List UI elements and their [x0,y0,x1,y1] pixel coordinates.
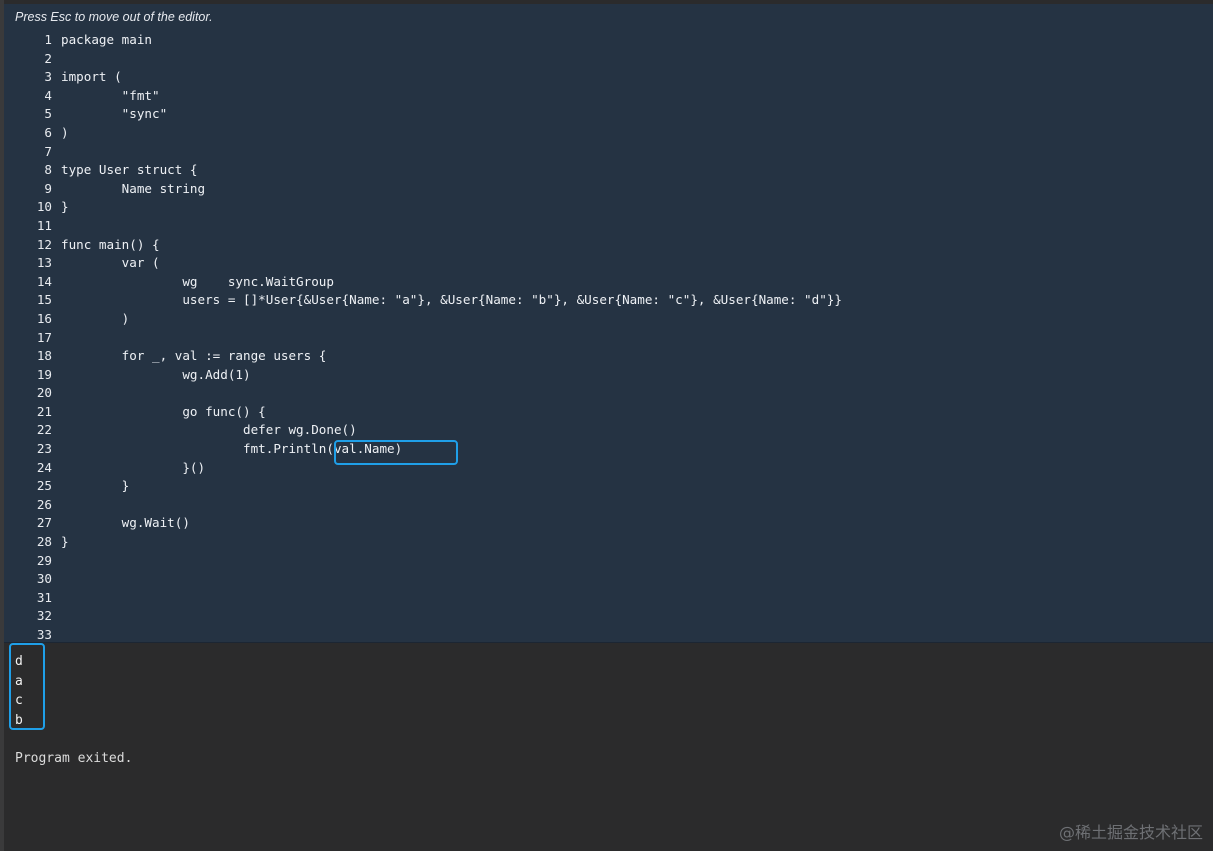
line-text[interactable]: } [61,198,69,217]
code-line[interactable]: 6) [4,124,68,143]
line-number: 33 [36,627,52,642]
line-text[interactable]: wg.Add(1) [61,366,250,385]
code-line[interactable]: 17 [4,329,52,348]
code-line[interactable]: 16 ) [4,310,129,329]
line-number: 6 [44,124,52,140]
code-line[interactable]: 28} [4,533,69,552]
line-text[interactable]: var ( [61,254,160,273]
line-number: 21 [36,403,52,419]
code-line[interactable]: 25 } [4,477,129,496]
code-line[interactable]: 15 users = []*User{&User{Name: "a"}, &Us… [4,291,842,310]
line-number: 15 [36,292,52,308]
line-text[interactable]: wg.Wait() [61,514,190,533]
code-editor[interactable]: Press Esc to move out of the editor. 1 pa… [4,4,1213,643]
line-text[interactable]: import ( [61,68,122,87]
code-lines[interactable]: 1 package main 2 3 import (4 "fmt" 5 "sync" 6)… [4,31,842,642]
line-number: 1 [44,32,52,47]
line-number: 20 [36,385,52,401]
line-text[interactable]: } [61,477,130,496]
line-text[interactable]: "fmt" [61,87,160,106]
line-text[interactable]: package main [61,31,152,50]
code-line[interactable]: 1 package main [4,31,152,50]
line-number: 4 [44,87,52,103]
playground-window: Press Esc to move out of the editor. 1 pa… [0,0,1213,851]
line-text[interactable]: func main() { [61,236,160,255]
code-line[interactable]: 10} [4,198,69,217]
line-number: 16 [36,310,52,326]
line-number: 32 [36,608,52,624]
code-line[interactable]: 29 [4,552,52,571]
exit-message: Program exited. [15,751,133,766]
line-text[interactable]: defer wg.Done() [61,421,357,440]
code-line[interactable]: 30 [4,570,52,589]
line-number: 9 [44,180,52,196]
code-line[interactable]: 13 var ( [4,254,160,273]
line-text[interactable]: } [61,533,69,552]
line-text[interactable]: go func() { [61,403,265,422]
line-number: 14 [36,273,52,289]
code-line[interactable]: 26 [4,496,52,515]
line-number: 18 [36,348,52,364]
code-line[interactable]: 7 [4,143,52,162]
line-number: 24 [36,459,52,475]
line-text[interactable]: users = []*User{&User{Name: "a"}, &User{… [61,291,842,310]
code-line[interactable]: 23 fmt.Println(val.Name) [4,440,402,459]
line-number: 5 [44,106,52,122]
code-line[interactable]: 8 type User struct { [4,161,197,180]
line-number: 23 [36,441,52,457]
line-text[interactable]: type User struct { [61,161,197,180]
code-line[interactable]: 11 [4,217,52,236]
line-number: 27 [36,515,52,531]
line-number: 26 [36,496,52,512]
line-text[interactable]: Name string [61,180,205,199]
line-number: 29 [36,552,52,568]
line-text[interactable]: for _, val := range users { [61,347,327,366]
line-number: 25 [36,478,52,494]
line-number: 12 [36,236,52,252]
code-line[interactable]: 21 go func() { [4,403,266,422]
code-line[interactable]: 18 for _, val := range users { [4,347,327,366]
code-line[interactable]: 33 [4,626,52,642]
code-highlight-box [334,440,458,465]
code-line[interactable]: 14 wg sync.WaitGroup [4,273,334,292]
line-number: 22 [36,422,52,438]
line-number: 8 [44,162,52,178]
line-text[interactable]: wg sync.WaitGroup [61,273,334,292]
output-highlight-box [9,643,45,730]
program-output: dacb Program exited. @稀土掘金技术社区 [4,643,1213,851]
code-line[interactable]: 31 [4,589,52,608]
code-line[interactable]: 32 [4,607,52,626]
line-number: 30 [36,571,52,587]
code-line[interactable]: 5 "sync" [4,105,167,124]
line-number: 7 [44,143,52,159]
code-line[interactable]: 4 "fmt" [4,87,159,106]
code-line[interactable]: 20 [4,384,52,403]
line-number: 19 [36,366,52,382]
line-text[interactable]: }() [61,459,205,478]
line-number: 2 [44,50,52,66]
line-text[interactable]: ) [61,124,69,143]
watermark: @稀土掘金技术社区 [1058,823,1203,842]
code-line[interactable]: 24 }() [4,459,205,478]
line-number: 13 [36,255,52,271]
line-number: 11 [36,217,52,233]
line-text[interactable]: ) [61,310,130,329]
line-text[interactable]: "sync" [61,105,168,124]
line-number: 31 [36,589,52,605]
code-line[interactable]: 27 wg.Wait() [4,514,190,533]
line-number: 3 [44,69,52,85]
code-line[interactable]: 12 func main() { [4,236,160,255]
code-line[interactable]: 9 Name string [4,180,205,199]
line-number: 17 [36,329,52,345]
code-line[interactable]: 2 [4,50,52,69]
code-line[interactable]: 3 import ( [4,68,121,87]
code-line[interactable]: 19 wg.Add(1) [4,366,251,385]
line-number: 28 [36,534,52,550]
line-number: 10 [36,199,52,215]
editor-hint: Press Esc to move out of the editor. [15,10,213,24]
code-line[interactable]: 22 defer wg.Done() [4,421,357,440]
